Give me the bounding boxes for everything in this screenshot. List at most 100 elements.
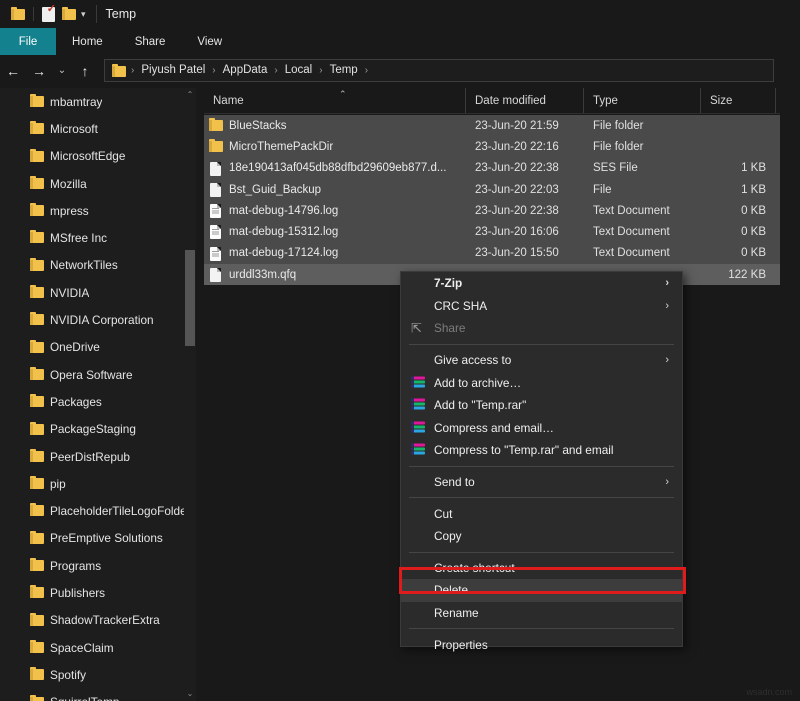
table-row[interactable]: BlueStacks23-Jun-20 21:59File folder	[204, 115, 780, 136]
watermark: wsadn.com	[746, 687, 792, 697]
tab-share[interactable]: Share	[119, 28, 182, 55]
folder-icon	[30, 369, 44, 380]
breadcrumb[interactable]: › Piyush Patel › AppData › Local › Temp …	[104, 59, 774, 82]
tab-view[interactable]: View	[181, 28, 238, 55]
folder-icon	[30, 396, 44, 407]
menu-item[interactable]: Copy	[401, 525, 682, 548]
sidebar-item[interactable]: Packages	[0, 388, 196, 415]
menu-item[interactable]: 7-Zip›	[401, 272, 682, 295]
menu-item[interactable]: Add to "Temp.rar"	[401, 394, 682, 417]
menu-item[interactable]: Properties	[401, 633, 682, 656]
scroll-down-icon[interactable]: ⌄	[184, 687, 196, 701]
toolbar-divider	[33, 7, 34, 21]
context-menu: 7-Zip›CRC SHA›⇱ShareGive access to›Add t…	[400, 271, 683, 647]
sidebar-item[interactable]: NetworkTiles	[0, 252, 196, 279]
sidebar-item[interactable]: pip	[0, 470, 196, 497]
sidebar-item[interactable]: SquirrelTemp	[0, 689, 196, 701]
sidebar-item-label: Mozilla	[50, 177, 87, 191]
breadcrumb-item-temp[interactable]: Temp	[327, 60, 361, 81]
menu-separator	[409, 497, 674, 498]
sidebar-item[interactable]: MSfree Inc	[0, 224, 196, 251]
up-icon[interactable]: ↑	[72, 58, 98, 84]
menu-item[interactable]: Create shortcut	[401, 557, 682, 580]
text-file-icon	[209, 246, 223, 261]
sidebar-item[interactable]: Publishers	[0, 579, 196, 606]
column-header-type[interactable]: Type	[584, 88, 701, 113]
menu-item[interactable]: Delete	[401, 579, 682, 602]
folder-icon	[30, 669, 44, 680]
sidebar-item[interactable]: OneDrive	[0, 334, 196, 361]
sidebar-item-label: Packages	[50, 395, 102, 409]
file-name: mat-debug-17124.log	[204, 247, 466, 259]
column-header-date-modified[interactable]: Date modified	[466, 88, 584, 113]
forward-icon[interactable]: →	[26, 58, 52, 84]
folder-icon[interactable]	[8, 4, 28, 24]
folder-icon	[30, 697, 44, 701]
text-file-icon	[209, 203, 223, 218]
menu-item-label: Properties	[434, 638, 488, 652]
tab-home[interactable]: Home	[56, 28, 119, 55]
table-row[interactable]: 18e190413af045db88dfbd29609eb877.d...23-…	[204, 158, 780, 179]
sidebar-item[interactable]: PlaceholderTileLogoFolder	[0, 497, 196, 524]
menu-item[interactable]: CRC SHA›	[401, 295, 682, 318]
column-header-name-label: Name	[213, 95, 244, 107]
back-icon[interactable]: ←	[0, 58, 26, 84]
file-size: 1 KB	[701, 162, 776, 174]
sidebar-item[interactable]: SpaceClaim	[0, 634, 196, 661]
sidebar-item[interactable]: Programs	[0, 552, 196, 579]
column-header-name[interactable]: Name ⌃	[204, 88, 466, 113]
sidebar-item[interactable]: NVIDIA Corporation	[0, 306, 196, 333]
sidebar-scrollbar[interactable]: ⌃ ⌄	[184, 88, 196, 701]
breadcrumb-separator: ›	[315, 65, 326, 76]
sidebar-item[interactable]: Mozilla	[0, 170, 196, 197]
scroll-up-icon[interactable]: ⌃	[184, 88, 196, 102]
menu-item[interactable]: Add to archive…	[401, 371, 682, 394]
folder-icon	[30, 505, 44, 516]
sidebar-item[interactable]: ShadowTrackerExtra	[0, 607, 196, 634]
menu-separator	[409, 628, 674, 629]
navigation-pane: mbamtrayMicrosoftMicrosoftEdge Mozilla mpr…	[0, 88, 196, 701]
sidebar-item[interactable]: Microsoft	[0, 115, 196, 142]
table-row[interactable]: Bst_Guid_Backup23-Jun-20 22:03File1 KB	[204, 179, 780, 200]
customize-dropdown-icon[interactable]: ▾	[81, 4, 86, 24]
breadcrumb-item-appdata[interactable]: AppData	[220, 60, 271, 81]
menu-item[interactable]: Compress and email…	[401, 417, 682, 440]
table-row[interactable]: mat-debug-17124.log23-Jun-20 15:50Text D…	[204, 243, 780, 264]
sidebar-item[interactable]: PeerDistRepub	[0, 443, 196, 470]
sidebar-item[interactable]: NVIDIA	[0, 279, 196, 306]
folder-icon	[30, 424, 44, 435]
winrar-icon	[411, 444, 425, 457]
scrollbar-thumb[interactable]	[185, 250, 195, 346]
sidebar-item[interactable]: PreEmptive Solutions	[0, 525, 196, 552]
sidebar-item[interactable]: Opera Software	[0, 361, 196, 388]
table-row[interactable]: MicroThemePackDir23-Jun-20 22:16File fol…	[204, 136, 780, 157]
table-row[interactable]: mat-debug-14796.log23-Jun-20 22:38Text D…	[204, 200, 780, 221]
menu-item-label: Delete	[434, 583, 468, 597]
menu-item[interactable]: Compress to "Temp.rar" and email	[401, 439, 682, 462]
breadcrumb-item-local[interactable]: Local	[282, 60, 316, 81]
properties-icon[interactable]	[39, 4, 59, 24]
menu-item[interactable]: Rename	[401, 602, 682, 625]
winrar-icon	[411, 399, 425, 412]
menu-item[interactable]: Send to›	[401, 471, 682, 494]
menu-item-label: Share	[434, 321, 465, 335]
sidebar-item[interactable]: PackageStaging	[0, 416, 196, 443]
recent-locations-icon[interactable]: ⌄	[52, 58, 72, 84]
breadcrumb-separator: ›	[208, 65, 219, 76]
sidebar-item[interactable]: mpress	[0, 197, 196, 224]
sidebar-item-label: Programs	[50, 559, 101, 573]
tab-file[interactable]: File	[0, 28, 56, 55]
menu-item[interactable]: Cut	[401, 502, 682, 525]
column-header-size[interactable]: Size	[701, 88, 776, 113]
table-row[interactable]: mat-debug-15312.log23-Jun-20 16:06Text D…	[204, 221, 780, 242]
folder-icon	[209, 139, 223, 154]
sidebar-item[interactable]: MicrosoftEdge	[0, 143, 196, 170]
sidebar-item[interactable]: mbamtray	[0, 88, 196, 115]
sidebar-item[interactable]: Spotify	[0, 661, 196, 688]
breadcrumb-item-user[interactable]: Piyush Patel	[138, 60, 208, 81]
menu-item[interactable]: Give access to›	[401, 349, 682, 372]
file-size: 122 KB	[701, 269, 776, 281]
file-explorer-window: ▾ Temp File Home Share View ← → ⌄ ↑ › Pi…	[0, 0, 800, 701]
folder-icon	[30, 178, 44, 189]
new-folder-icon[interactable]	[59, 4, 79, 24]
